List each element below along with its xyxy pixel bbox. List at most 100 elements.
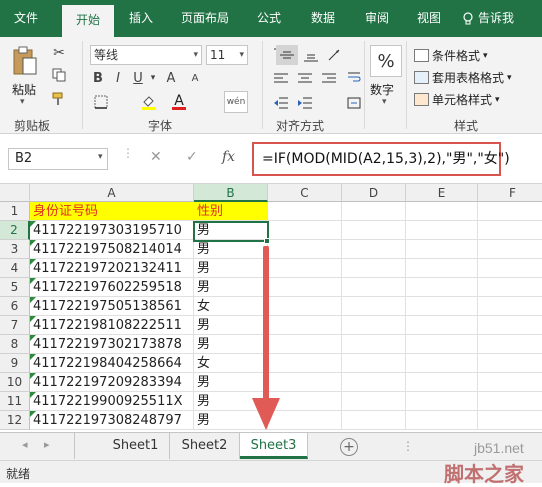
shrink-font-button[interactable]: A bbox=[184, 69, 206, 87]
font-color-button[interactable]: A bbox=[168, 93, 190, 111]
tab-review[interactable]: 审阅 bbox=[356, 0, 398, 37]
tab-insert[interactable]: 插入 bbox=[120, 0, 162, 37]
cell-id-number[interactable]: 411722198108222511 bbox=[30, 316, 194, 335]
empty-cell[interactable] bbox=[342, 354, 406, 373]
empty-cell[interactable] bbox=[478, 240, 542, 259]
bold-button[interactable]: B bbox=[90, 69, 106, 87]
format-as-table-button[interactable]: 套用表格格式 ▾ bbox=[414, 69, 512, 86]
empty-cell[interactable] bbox=[342, 373, 406, 392]
column-header-c[interactable]: C bbox=[268, 184, 342, 202]
name-box[interactable]: B2 bbox=[8, 148, 108, 170]
empty-cell[interactable] bbox=[406, 240, 478, 259]
row-header[interactable]: 4 bbox=[0, 259, 30, 278]
paste-button-label[interactable]: 粘贴 bbox=[12, 81, 36, 98]
scroll-left-icon[interactable]: ◂ bbox=[22, 438, 28, 451]
worksheet-grid[interactable]: A B C D E F 1 身份证号码 性别 2 411722197303195710 男… bbox=[0, 184, 542, 432]
paste-dropdown-icon[interactable]: ▾ bbox=[20, 97, 25, 107]
cut-icon[interactable]: ✂ bbox=[50, 45, 68, 61]
percent-icon[interactable]: % bbox=[370, 45, 402, 77]
format-painter-icon[interactable] bbox=[50, 91, 68, 107]
empty-cell[interactable] bbox=[478, 278, 542, 297]
orientation-icon[interactable] bbox=[324, 45, 346, 65]
empty-cell[interactable] bbox=[478, 221, 542, 240]
empty-cell[interactable] bbox=[342, 259, 406, 278]
empty-cell[interactable] bbox=[478, 316, 542, 335]
empty-cell[interactable] bbox=[406, 316, 478, 335]
empty-cell[interactable] bbox=[342, 221, 406, 240]
empty-cell[interactable] bbox=[342, 411, 406, 430]
column-header-e[interactable]: E bbox=[406, 184, 478, 202]
formula-input[interactable]: =IF(MOD(MID(A2,15,3),2),"男","女") bbox=[252, 142, 510, 176]
empty-cell[interactable] bbox=[478, 335, 542, 354]
paste-icon[interactable] bbox=[10, 45, 40, 77]
empty-cell[interactable] bbox=[406, 202, 478, 221]
empty-cell[interactable] bbox=[406, 354, 478, 373]
empty-cell[interactable] bbox=[406, 259, 478, 278]
empty-cell[interactable] bbox=[342, 392, 406, 411]
empty-cell[interactable] bbox=[478, 354, 542, 373]
cell-id-number[interactable]: 411722197602259518 bbox=[30, 278, 194, 297]
tab-page-layout[interactable]: 页面布局 bbox=[172, 0, 238, 37]
empty-cell[interactable] bbox=[342, 297, 406, 316]
empty-cell[interactable] bbox=[406, 297, 478, 316]
name-box-dropdown-icon[interactable]: ▾ bbox=[98, 152, 103, 162]
fill-color-icon[interactable] bbox=[138, 93, 160, 111]
empty-cell[interactable] bbox=[406, 411, 478, 430]
empty-cell[interactable] bbox=[406, 373, 478, 392]
header-cell-gender[interactable]: 性别 bbox=[194, 202, 268, 221]
font-name-select[interactable]: 等线 bbox=[90, 45, 202, 65]
empty-cell[interactable] bbox=[342, 316, 406, 335]
cell-id-number[interactable]: 411722197302173878 bbox=[30, 335, 194, 354]
cell-id-number[interactable]: 411722197508214014 bbox=[30, 240, 194, 259]
cell-id-number[interactable]: 411722197202132411 bbox=[30, 259, 194, 278]
wrap-text-icon[interactable] bbox=[346, 67, 362, 87]
row-header[interactable]: 12 bbox=[0, 411, 30, 430]
row-header[interactable]: 6 bbox=[0, 297, 30, 316]
select-all-corner[interactable] bbox=[0, 184, 30, 202]
insert-function-icon[interactable]: fx bbox=[222, 149, 235, 165]
empty-cell[interactable] bbox=[342, 335, 406, 354]
tab-formulas[interactable]: 公式 bbox=[248, 0, 290, 37]
sheet-tab-3[interactable]: Sheet3 bbox=[240, 433, 308, 459]
scroll-right-icon[interactable]: ▸ bbox=[44, 438, 50, 451]
cell-id-number[interactable]: 411722198404258664 bbox=[30, 354, 194, 373]
phonetic-guide-button[interactable]: wén bbox=[224, 91, 248, 113]
cell-styles-button[interactable]: 单元格样式 ▾ bbox=[414, 91, 500, 108]
empty-cell[interactable] bbox=[478, 259, 542, 278]
empty-cell[interactable] bbox=[268, 202, 342, 221]
number-dropdown-icon[interactable]: ▾ bbox=[382, 97, 387, 107]
add-sheet-icon[interactable]: + bbox=[340, 438, 358, 456]
increase-indent-icon[interactable] bbox=[294, 93, 316, 113]
empty-cell[interactable] bbox=[478, 411, 542, 430]
empty-cell[interactable] bbox=[406, 335, 478, 354]
align-right-icon[interactable] bbox=[318, 69, 340, 89]
row-header[interactable]: 9 bbox=[0, 354, 30, 373]
confirm-icon[interactable]: ✓ bbox=[186, 149, 198, 165]
empty-cell[interactable] bbox=[478, 392, 542, 411]
conditional-formatting-button[interactable]: 条件格式 ▾ bbox=[414, 47, 488, 64]
tell-me-box[interactable]: 告诉我 bbox=[462, 0, 536, 37]
empty-cell[interactable] bbox=[342, 278, 406, 297]
cell-id-number[interactable]: 411722197209283394 bbox=[30, 373, 194, 392]
empty-cell[interactable] bbox=[268, 221, 342, 240]
empty-cell[interactable] bbox=[478, 202, 542, 221]
empty-cell[interactable] bbox=[342, 202, 406, 221]
align-left-icon[interactable] bbox=[270, 69, 292, 89]
column-header-b[interactable]: B bbox=[194, 184, 268, 202]
tab-home[interactable]: 开始 bbox=[62, 5, 114, 37]
sheet-tabs-more-icon[interactable]: ⋮ bbox=[402, 439, 414, 453]
row-header[interactable]: 10 bbox=[0, 373, 30, 392]
cell-id-number[interactable]: 41172219900925511X bbox=[30, 392, 194, 411]
column-header-a[interactable]: A bbox=[30, 184, 194, 202]
cell-id-number[interactable]: 411722197308248797 bbox=[30, 411, 194, 430]
merge-center-icon[interactable] bbox=[346, 93, 362, 113]
row-header[interactable]: 11 bbox=[0, 392, 30, 411]
tab-file[interactable]: 文件 bbox=[6, 0, 46, 37]
align-bottom-icon[interactable] bbox=[300, 45, 322, 65]
fill-handle[interactable] bbox=[264, 238, 270, 244]
row-header[interactable]: 1 bbox=[0, 202, 30, 221]
borders-icon[interactable] bbox=[90, 93, 112, 111]
empty-cell[interactable] bbox=[478, 373, 542, 392]
tab-view[interactable]: 视图 bbox=[408, 0, 450, 37]
empty-cell[interactable] bbox=[406, 221, 478, 240]
